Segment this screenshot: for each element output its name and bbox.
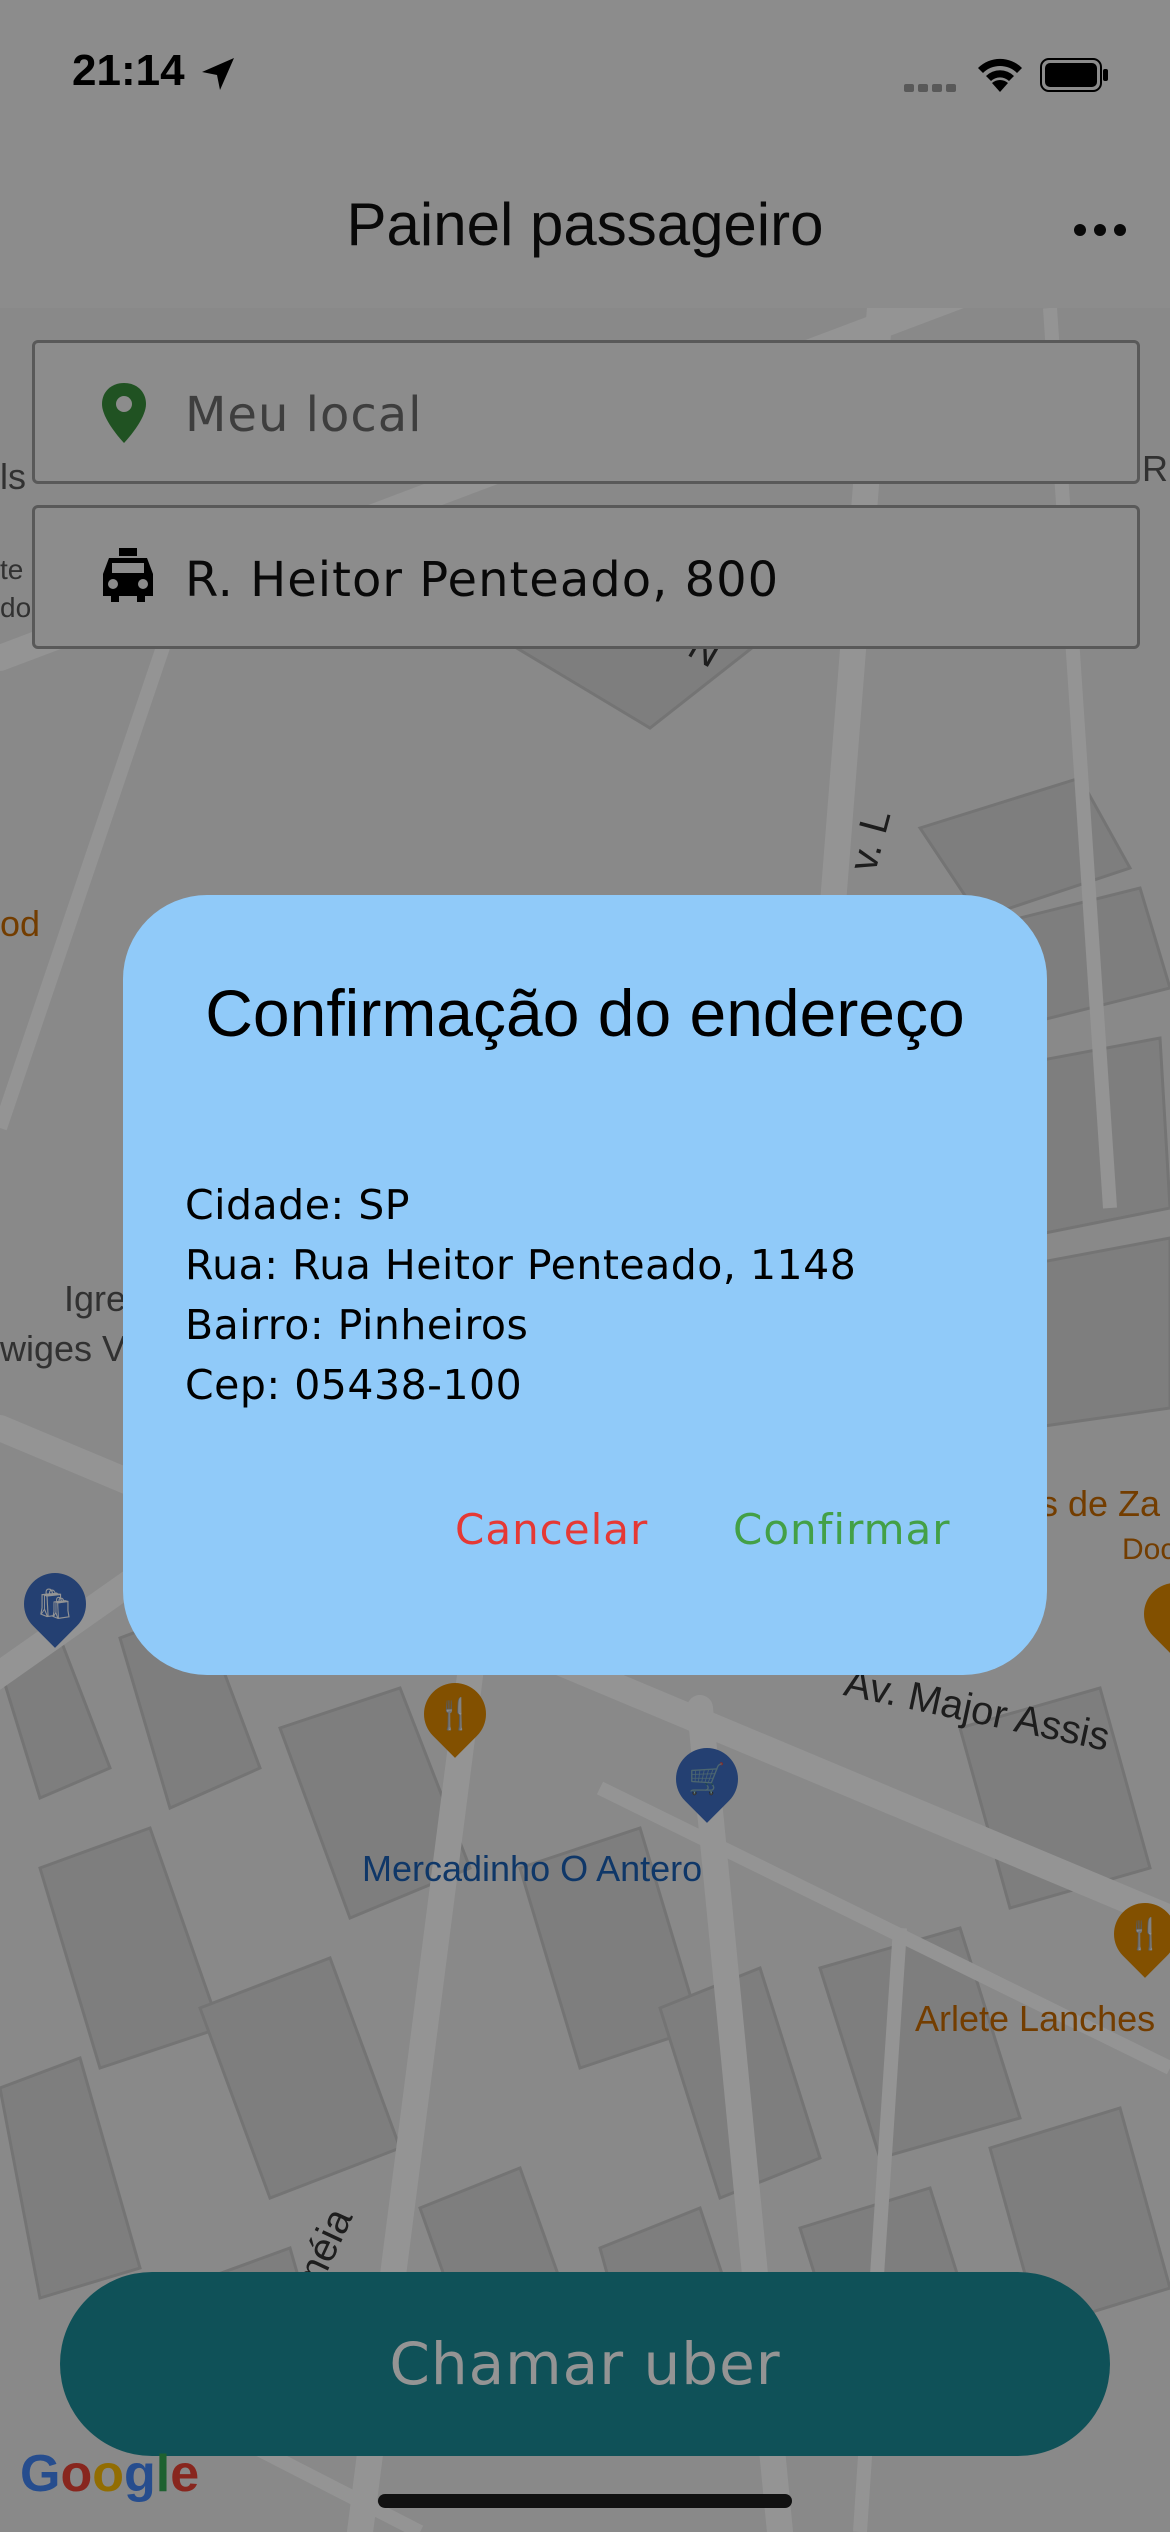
- address-city: Cidade: SP: [185, 1181, 411, 1229]
- dialog-title: Confirmação do endereço: [205, 976, 965, 1050]
- dialog-actions: Cancelar Confirmar: [123, 1505, 1047, 1585]
- dialog-body: Cidade: SP Rua: Rua Heitor Penteado, 114…: [185, 1175, 856, 1415]
- cancel-button[interactable]: Cancelar: [455, 1505, 648, 1554]
- address-zip: Cep: 05438-100: [185, 1361, 523, 1409]
- address-confirmation-dialog: Confirmação do endereço Cidade: SP Rua: …: [123, 895, 1047, 1675]
- address-neighborhood: Bairro: Pinheiros: [185, 1301, 529, 1349]
- home-indicator[interactable]: [378, 2494, 792, 2508]
- confirm-button[interactable]: Confirmar: [733, 1505, 951, 1554]
- address-street: Rua: Rua Heitor Penteado, 1148: [185, 1241, 857, 1289]
